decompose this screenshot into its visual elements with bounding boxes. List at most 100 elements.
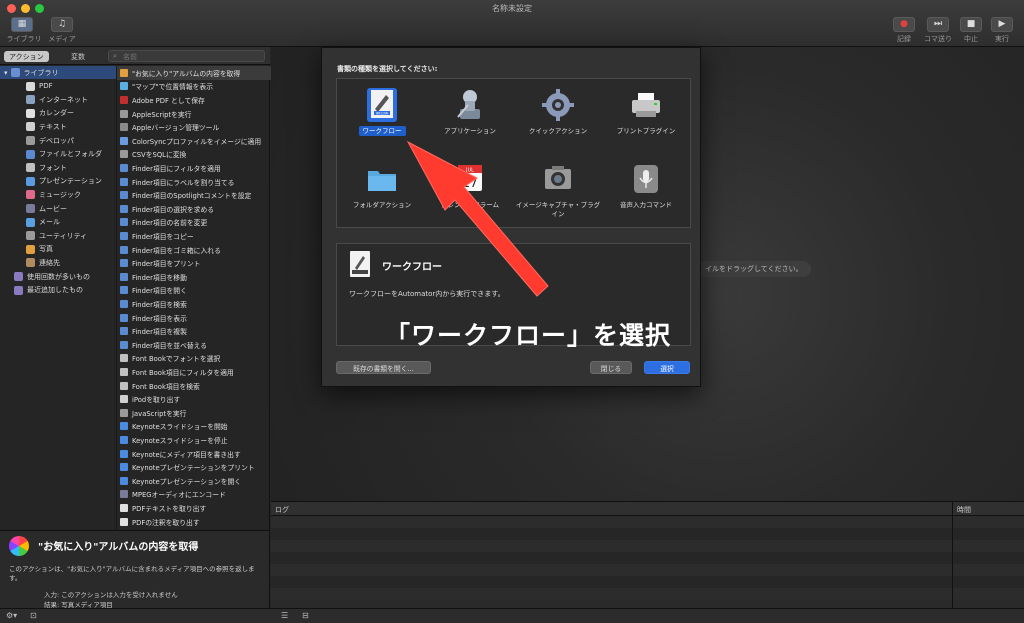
action-item[interactable]: Appleバージョン管理ツール [117, 120, 271, 134]
action-item[interactable]: Keynoteプレゼンテーションを開く [117, 474, 271, 488]
open-existing-button[interactable]: 既存の書類を開く... [336, 361, 431, 374]
action-item[interactable]: Finder項目をゴミ箱に入れる [117, 243, 271, 257]
action-label: PDFの注釈を取り出す [132, 518, 200, 527]
library-category[interactable]: ユーティリティ [0, 229, 116, 242]
stop-button[interactable]: ■ [960, 17, 982, 32]
library-category[interactable]: ミュージック [0, 188, 116, 201]
action-item[interactable]: Finder項目にフィルタを適用 [117, 161, 271, 175]
action-icon [120, 177, 128, 186]
library-category[interactable]: 最近追加したもの [0, 284, 116, 297]
action-item[interactable]: Finder項目を移動 [117, 270, 271, 284]
log-header: ログ 時間 [271, 502, 1024, 516]
action-item[interactable]: iPodを取り出す [117, 392, 271, 406]
library-category[interactable]: インターネット [0, 93, 116, 106]
action-item[interactable]: Finder項目を表示 [117, 311, 271, 325]
action-label: JavaScriptを実行 [132, 409, 187, 418]
action-item[interactable]: Finder項目を検索 [117, 297, 271, 311]
split-view-icon[interactable]: ⊟ [302, 611, 309, 620]
action-item[interactable]: Finder項目の名前を変更 [117, 216, 271, 230]
action-label: AppleScriptを実行 [132, 110, 192, 119]
run-button[interactable]: ▶ [991, 17, 1013, 32]
action-item[interactable]: Finder項目を並べ替える [117, 338, 271, 352]
library-toggle-button[interactable]: ▦ [11, 17, 33, 32]
category-label: デベロッパ [39, 136, 74, 145]
action-item[interactable]: JavaScriptを実行 [117, 406, 271, 420]
action-item[interactable]: Finder項目の選択を求める [117, 202, 271, 216]
library-category[interactable]: メール [0, 216, 116, 229]
action-item[interactable]: PDFテキストを取り出す [117, 501, 271, 515]
tab-variables[interactable]: 変数 [66, 51, 90, 62]
action-item[interactable]: MPEGオーディオにエンコード [117, 488, 271, 502]
action-label: Finder項目にフィルタを適用 [132, 164, 221, 173]
action-item[interactable]: Finder項目をプリント [117, 256, 271, 270]
action-icon [120, 231, 128, 240]
action-icon [120, 354, 128, 363]
library-category[interactable]: フォント [0, 161, 116, 174]
type-quick-action[interactable]: クイックアクション [514, 81, 602, 151]
record-button[interactable]: ● [893, 17, 915, 32]
disclosure-triangle-icon[interactable]: ▾ [4, 69, 8, 77]
action-icon [120, 435, 128, 444]
action-item[interactable]: Finder項目を開く [117, 284, 271, 298]
action-item[interactable]: Font Bookでフォントを選択 [117, 352, 271, 366]
media-button[interactable]: ♫ [51, 17, 73, 32]
category-icon [26, 149, 35, 159]
action-item[interactable]: AppleScriptを実行 [117, 107, 271, 121]
library-category[interactable]: カレンダー [0, 107, 116, 120]
action-item[interactable]: PDFの注釈を取り出す [117, 515, 271, 529]
choose-button[interactable]: 選択 [644, 361, 690, 374]
type-calendar-alarm[interactable]: JUL 17 カレンダーアラーム [426, 155, 514, 225]
svg-text:WFLOW: WFLOW [376, 112, 389, 116]
category-icon [26, 163, 35, 173]
type-application[interactable]: アプリケーション [426, 81, 514, 151]
action-item[interactable]: Font Book項目にフィルタを適用 [117, 365, 271, 379]
library-category[interactable]: 使用回数が多いもの [0, 270, 116, 283]
action-item[interactable]: Keynoteにメディア項目を書き出す [117, 447, 271, 461]
action-label: Keynoteにメディア項目を書き出す [132, 450, 241, 459]
library-tabs: アクション 変数 ⌕ 名前 [0, 47, 270, 65]
action-label: Keynoteスライドショーを停止 [132, 436, 228, 445]
search-field[interactable]: ⌕ 名前 [108, 50, 265, 62]
category-label: ユーティリティ [39, 231, 88, 240]
close-button[interactable]: 閉じる [590, 361, 632, 374]
action-item[interactable]: Finder項目をコピー [117, 229, 271, 243]
step-button[interactable]: ⏭ [927, 17, 949, 32]
action-item[interactable]: "マップ"で位置情報を表示 [117, 80, 271, 94]
action-label: Font Bookでフォントを選択 [132, 355, 221, 364]
gear-icon[interactable]: ⚙▾ [6, 611, 17, 620]
log-row [271, 576, 1024, 588]
type-print-plugin[interactable]: プリントプラグイン [602, 81, 690, 151]
type-label: ワークフロー [338, 126, 426, 136]
action-item[interactable]: Adobe PDF として保存 [117, 93, 271, 107]
action-item[interactable]: CSVをSQLに変換 [117, 148, 271, 162]
library-category[interactable]: ファイルとフォルダ [0, 148, 116, 161]
library-category[interactable]: ▾ ライブラリ [0, 66, 116, 79]
action-item[interactable]: Finder項目にラベルを割り当てる [117, 175, 271, 189]
type-dictation-command[interactable]: 音声入力コマンド [602, 155, 690, 225]
action-item[interactable]: Keynoteプレゼンテーションをプリント [117, 460, 271, 474]
type-folder-action[interactable]: フォルダアクション [338, 155, 426, 225]
library-category[interactable]: PDF [0, 80, 116, 93]
tab-actions[interactable]: アクション [4, 51, 49, 62]
description-toggle-icon[interactable]: ⊡ [30, 611, 37, 620]
library-category[interactable]: デベロッパ [0, 134, 116, 147]
action-item[interactable]: Finder項目のSpotlightコメントを設定 [117, 188, 271, 202]
action-item[interactable]: ColorSyncプロファイルをイメージに適用 [117, 134, 271, 148]
time-column-header[interactable]: 時間 [957, 505, 971, 515]
library-category[interactable]: プレゼンテーション [0, 175, 116, 188]
action-item[interactable]: Font Book項目を検索 [117, 379, 271, 393]
type-image-capture[interactable]: イメージキャプチャ・プラグイン [514, 155, 602, 225]
action-item[interactable]: Finder項目を複製 [117, 324, 271, 338]
action-item[interactable]: "お気に入り"アルバムの内容を取得 [117, 66, 271, 80]
type-workflow[interactable]: WFLOW ワークフロー [338, 81, 426, 151]
list-view-icon[interactable]: ☰ [281, 611, 288, 620]
action-item[interactable]: Keynoteスライドショーを停止 [117, 433, 271, 447]
category-icon [14, 285, 23, 295]
log-column-header[interactable]: ログ [275, 505, 289, 515]
svg-text:JUL: JUL [465, 168, 474, 174]
library-category[interactable]: テキスト [0, 120, 116, 133]
library-category[interactable]: 写真 [0, 243, 116, 256]
action-item[interactable]: Keynoteスライドショーを開始 [117, 420, 271, 434]
library-category[interactable]: 連絡先 [0, 256, 116, 269]
library-category[interactable]: ムービー [0, 202, 116, 215]
